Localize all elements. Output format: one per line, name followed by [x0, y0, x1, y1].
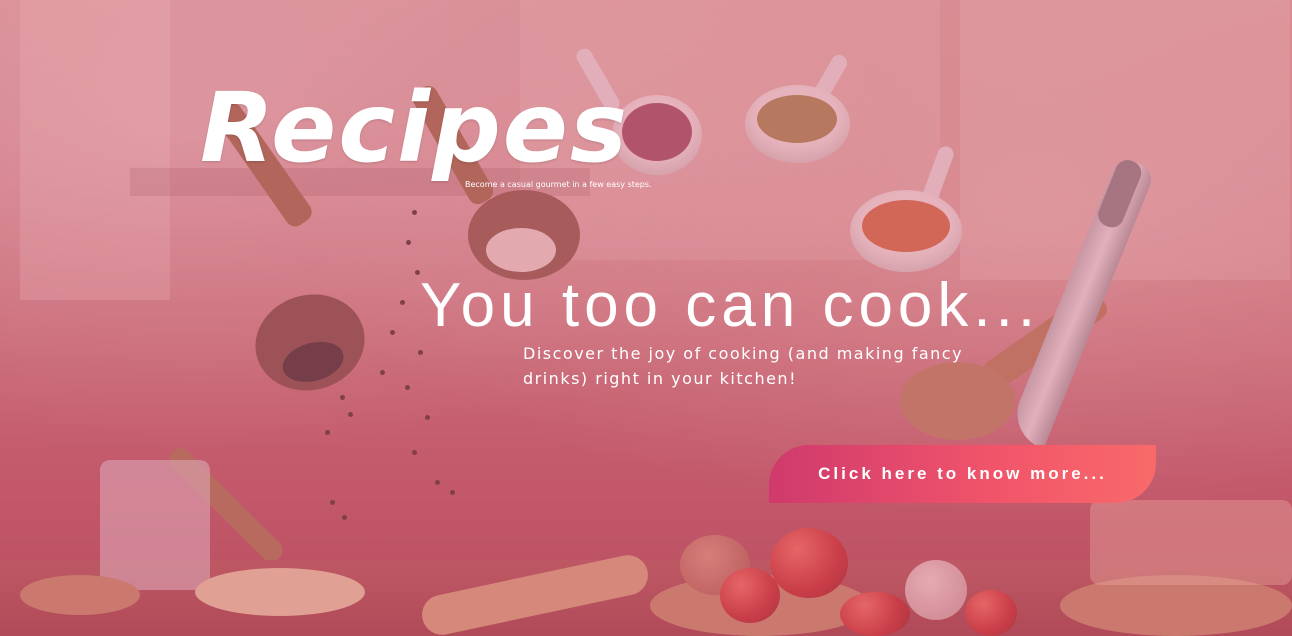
hero-section: Recipes Become a casual gourmet in a few…	[0, 0, 1292, 636]
brand-title: Recipes	[200, 72, 630, 184]
hero-headline: You too can cook...	[420, 271, 1041, 340]
hero-subtext: Discover the joy of cooking (and making …	[523, 344, 964, 388]
brand-tagline: Become a casual gourmet in a few easy st…	[465, 180, 652, 189]
know-more-button[interactable]: Click here to know more...	[769, 445, 1156, 503]
